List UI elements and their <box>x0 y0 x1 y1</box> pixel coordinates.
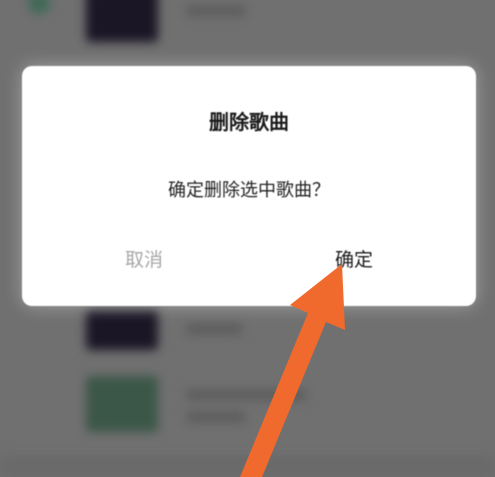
song-title-placeholder <box>186 324 242 334</box>
confirm-button[interactable]: 确定 <box>294 242 414 278</box>
song-title-placeholder <box>186 390 306 400</box>
list-item <box>0 372 495 442</box>
screen: 删除歌曲 确定删除选中歌曲？ 取消 确定 <box>0 0 495 477</box>
app-icon <box>28 0 50 14</box>
album-cover <box>86 0 158 42</box>
delete-song-dialog: 删除歌曲 确定删除选中歌曲？ 取消 确定 <box>22 66 476 306</box>
list-item <box>0 455 495 477</box>
song-artist-placeholder <box>186 412 246 422</box>
dialog-message: 确定删除选中歌曲？ <box>168 180 330 201</box>
album-cover <box>86 376 158 432</box>
song-title-placeholder <box>186 6 246 16</box>
album-cover <box>86 310 158 350</box>
list-item <box>0 310 495 360</box>
dialog-title: 删除歌曲 <box>209 110 289 134</box>
list-item <box>0 0 495 50</box>
cancel-button[interactable]: 取消 <box>84 242 204 278</box>
